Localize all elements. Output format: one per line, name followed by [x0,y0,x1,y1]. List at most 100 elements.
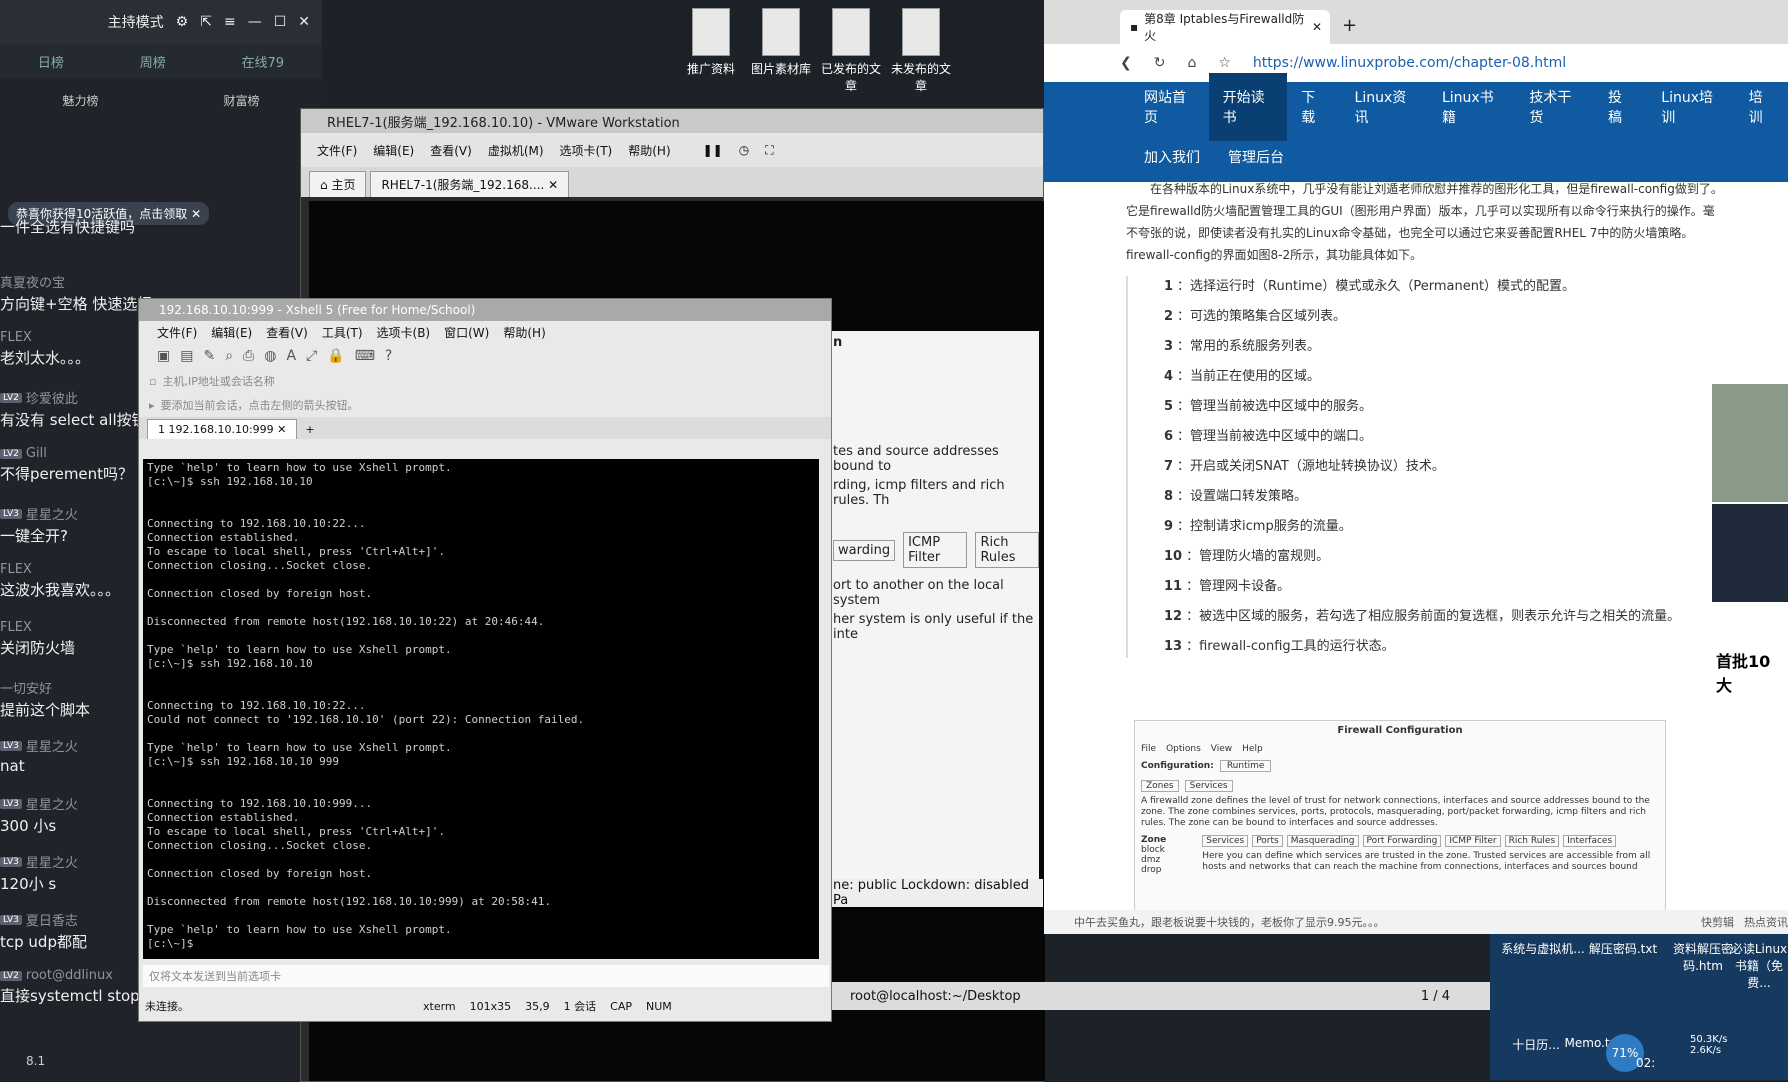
fullscreen-icon[interactable]: ⛶ [765,143,773,158]
nav-item[interactable]: Linux培训 [1647,87,1734,127]
news-ticker[interactable]: 中午去买鱼丸，跟老板说要十块钱的，老板你了显示9.95元。。。 [1074,914,1385,930]
chat-username[interactable]: Gill [26,446,47,461]
terminal-output[interactable]: Type `help' to learn how to use Xshell p… [143,459,819,959]
nav-item[interactable]: 下载 [1287,87,1340,127]
menu-tabs[interactable]: 选项卡(T) [560,142,613,159]
chat-username[interactable]: FLEX [0,562,32,577]
font-icon[interactable]: A [286,348,296,364]
menu-icon[interactable]: ≡ [224,14,236,30]
nav-item[interactable]: 技术干货 [1515,87,1594,127]
close-icon[interactable]: ✕ [548,178,558,192]
chat-username[interactable]: 星星之火 [26,504,78,523]
properties-icon[interactable]: ✎ [203,348,215,364]
workspace-pager[interactable]: 1 / 4 [1421,989,1450,1004]
address-bar[interactable]: ▫ 主机,IP地址或会话名称 [149,369,821,393]
menu-file[interactable]: 文件(F) [317,142,357,159]
settings-icon[interactable]: ⚙ [176,14,189,30]
nav-item[interactable]: 培训 [1735,87,1788,127]
hot-news[interactable]: 热点资讯 [1744,914,1788,930]
desktop-icon-images[interactable]: 图片素材库 [746,8,816,77]
tab-port-forwarding[interactable]: warding [833,539,896,561]
tab-online[interactable]: 在线79 [242,52,285,71]
new-tab-icon[interactable]: + [1330,15,1369,44]
taskbar-icon-zippwd[interactable]: 解压密码.txt [1580,940,1666,957]
globe-icon[interactable]: ◍ [264,348,276,364]
menu-vm[interactable]: 虚拟机(M) [488,142,544,159]
menu-file[interactable]: 文件(F) [157,324,197,341]
help-icon[interactable]: ? [385,348,392,364]
reload-icon[interactable]: ↻ [1154,55,1166,71]
arrow-icon[interactable]: ▸ [149,399,155,412]
menu-view[interactable]: 查看(V) [430,142,472,159]
desktop-icon-published[interactable]: 已发布的文章 [816,8,886,94]
wealth-rank[interactable]: 财富榜 [223,92,259,109]
menu-view[interactable]: 查看(V) [266,324,308,341]
nav-item[interactable]: Linux资讯 [1341,87,1428,127]
chat-username[interactable]: 星星之火 [26,794,78,813]
chat-username[interactable]: FLEX [0,620,32,635]
menu-edit[interactable]: 编辑(E) [373,142,414,159]
linux-ad[interactable] [1712,384,1788,502]
charm-rank[interactable]: 魅力榜 [62,92,98,109]
lock-icon[interactable]: 🔒 [327,348,344,364]
address-input[interactable]: 主机,IP地址或会话名称 [162,373,274,389]
chat-username[interactable]: 夏日香志 [26,910,78,929]
send-input[interactable]: 仅将文本发送到当前选项卡 [149,968,281,984]
menu-help[interactable]: 帮助(H) [628,142,670,159]
fullscreen-icon[interactable]: ⤢ [306,348,317,364]
menu-edit[interactable]: 编辑(E) [211,324,252,341]
browser-tab[interactable]: ▪ 第8章 Iptables与Firewalld防火 ✕ [1120,10,1330,44]
guest-terminal-titlebar[interactable]: root@localhost:~/Desktop 1 / 4 [830,982,1490,1010]
nav-item[interactable]: 开始读书 [1208,73,1288,141]
chat-username[interactable]: 珍爱彼此 [26,388,78,407]
desktop-icon-promo[interactable]: 推广资料 [676,8,746,77]
nav-item[interactable]: Linux书籍 [1428,87,1515,127]
quick-edit[interactable]: 快剪辑 [1701,914,1734,930]
promo-ad[interactable] [1712,504,1788,602]
taskbar-icon-books[interactable]: 必读Linux书籍（免费... [1730,940,1788,991]
tab-vm[interactable]: RHEL7-1(服务端_192.168.... ✕ [370,171,570,197]
back-icon[interactable]: ❮ [1120,55,1132,71]
star-icon[interactable]: ☆ [1218,55,1231,71]
menu-tabs[interactable]: 选项卡(B) [377,324,431,341]
chat-username[interactable]: root@ddlinux [26,968,113,983]
close-icon[interactable]: ✕ [298,14,310,30]
session-tab[interactable]: 1 192.168.10.10:999 ✕ [147,419,298,439]
tab-icmp-filter[interactable]: ICMP Filter [903,532,968,568]
send-text-bar[interactable]: 仅将文本发送到当前选项卡 [143,965,829,987]
keyboard-icon[interactable]: ⌨ [355,348,375,364]
tab-weekly[interactable]: 周榜 [140,52,166,71]
close-icon[interactable]: ✕ [1312,20,1322,34]
chat-username[interactable]: FLEX [0,330,32,345]
new-session-icon[interactable]: ▣ [157,348,170,364]
chat-username[interactable]: 星星之火 [26,852,78,871]
menu-tools[interactable]: 工具(T) [322,324,363,341]
print-icon[interactable]: ⎙ [243,348,254,364]
minimize-icon[interactable]: — [248,14,262,30]
nav-item[interactable]: 投稿 [1594,87,1647,127]
pause-icon[interactable]: ❚❚ [703,143,723,157]
taskbar-icon-vm[interactable]: 系统与虚拟机... [1500,940,1586,957]
search-icon[interactable]: ⌕ [225,348,233,364]
chat-username[interactable]: 真夏夜の宝 [0,272,65,291]
nav-item[interactable]: 网站首页 [1130,87,1209,127]
close-icon[interactable]: ✕ [277,423,286,436]
home-icon[interactable]: ⌂ [1187,55,1196,71]
url-field[interactable]: https://www.linuxprobe.com/chapter-08.ht… [1253,55,1566,71]
ad-banner[interactable]: 首批10大 [1712,640,1788,730]
new-tab-icon[interactable]: + [297,420,322,439]
tab-daily[interactable]: 日榜 [38,52,64,71]
popout-icon[interactable]: ⇱ [200,14,212,30]
tab-home[interactable]: ⌂ 主页 [309,171,367,197]
maximize-icon[interactable]: ☐ [274,14,287,30]
nav-item[interactable]: 加入我们 [1130,147,1214,167]
chat-username[interactable]: 一切安好 [0,678,52,697]
open-folder-icon[interactable]: ▤ [180,348,193,364]
nav-item[interactable]: 管理后台 [1214,147,1298,167]
menu-help[interactable]: 帮助(H) [503,324,545,341]
desktop-icon-unpublished[interactable]: 未发布的文章 [886,8,956,94]
menu-window[interactable]: 窗口(W) [444,324,489,341]
tab-rich-rules[interactable]: Rich Rules [975,532,1039,568]
snapshot-icon[interactable]: ◷ [739,143,749,157]
chat-username[interactable]: 星星之火 [26,736,78,755]
